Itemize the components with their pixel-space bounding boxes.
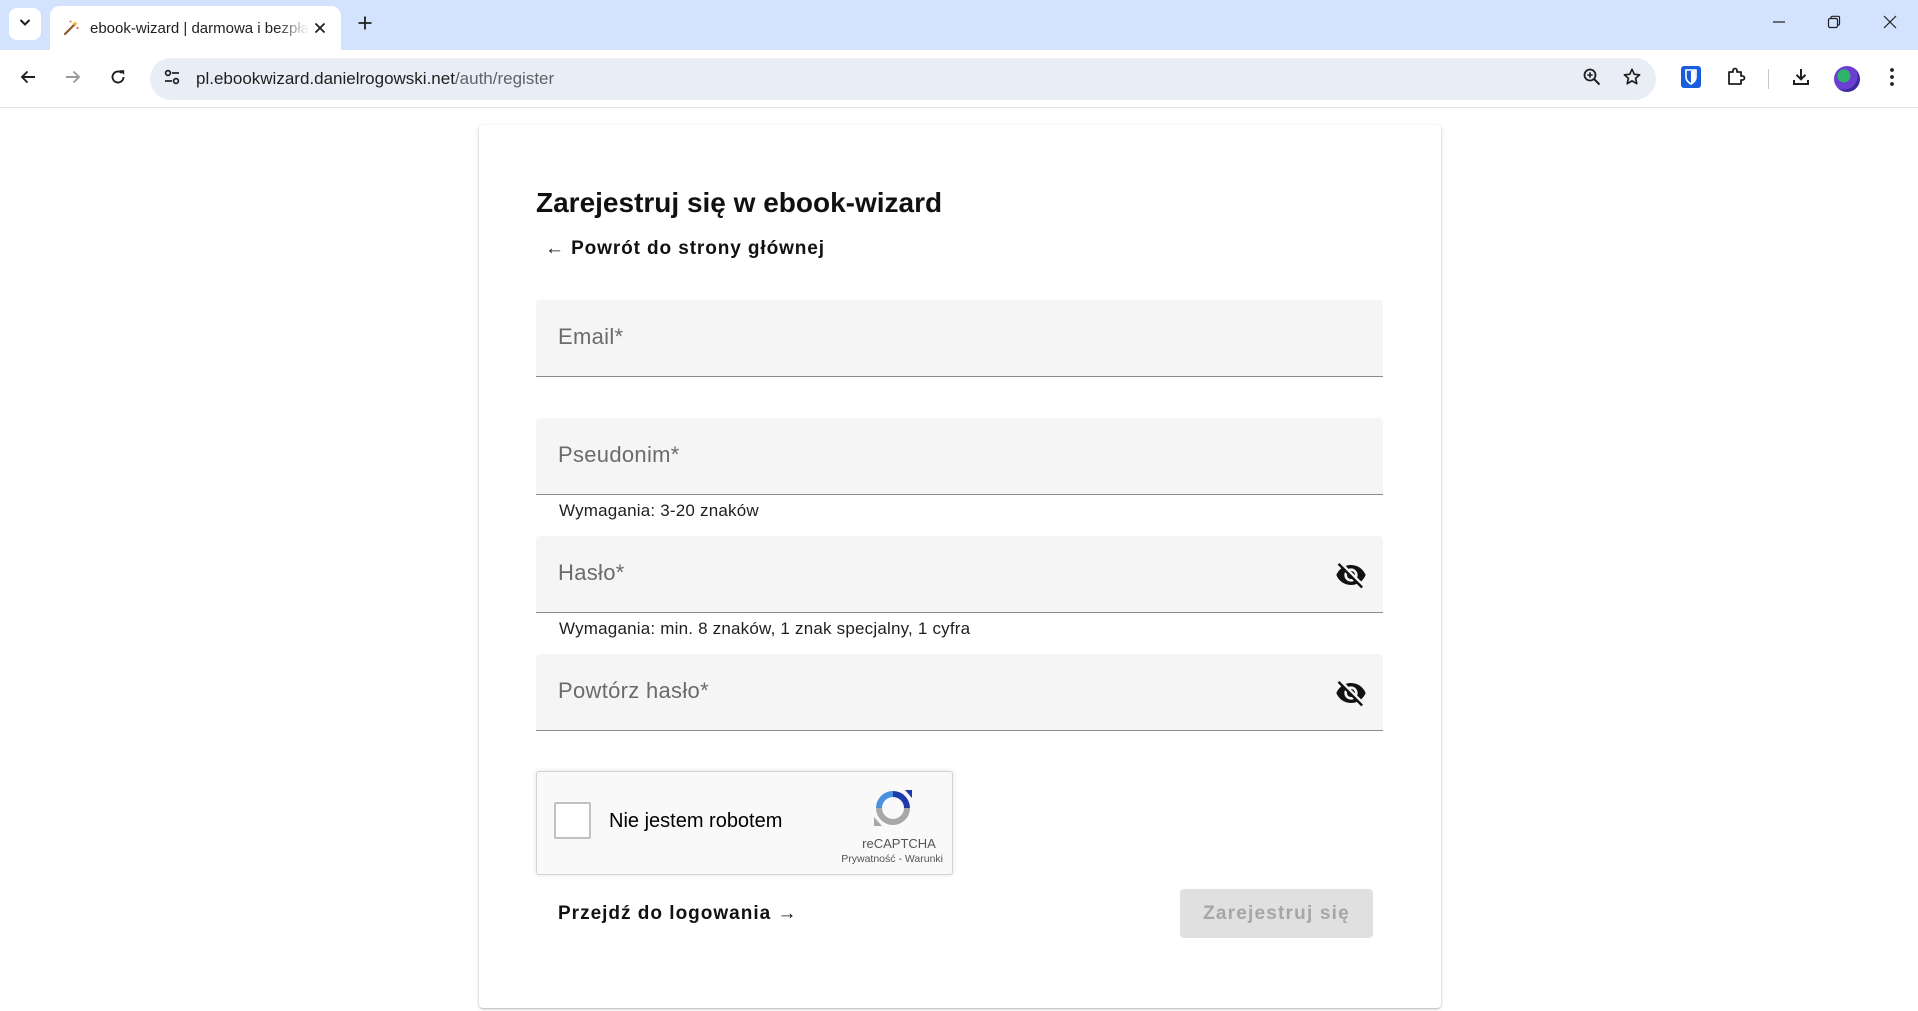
password-visibility-toggle[interactable] [1335,559,1367,591]
eye-off-icon [1336,563,1366,589]
password-hint: Wymagania: min. 8 znaków, 1 znak specjal… [559,619,971,638]
window-restore-button[interactable] [1806,0,1862,48]
recaptcha-privacy-link[interactable]: Prywatność [841,853,895,865]
plus-icon [357,15,373,36]
window-close-button[interactable] [1862,0,1918,48]
site-info-button[interactable] [154,61,190,97]
reload-button[interactable] [100,61,136,97]
chevron-down-icon [17,14,33,35]
download-icon [1790,66,1812,93]
recaptcha-label: Nie jestem robotem [609,810,783,832]
address-bar-actions [1570,61,1650,97]
tab-title: ebook-wizard | darmowa i bezpłatna [90,19,309,37]
more-vertical-icon [1889,67,1895,92]
tab-close-icon[interactable] [309,17,331,39]
email-field[interactable]: Email* [536,300,1383,377]
bitwarden-extension-button[interactable] [1673,61,1709,97]
go-to-login-link[interactable]: Przejdź do logowania → [558,903,797,925]
magic-wand-icon [62,19,80,37]
recaptcha-terms-link[interactable]: Warunki [905,853,943,865]
zoom-in-icon [1582,67,1602,92]
password-repeat-field[interactable]: Powtórz hasło* [536,654,1383,731]
password-repeat-label: Powtórz hasło* [558,678,709,703]
reload-icon [109,68,127,91]
star-icon [1622,67,1642,92]
eye-off-icon [1336,681,1366,707]
url-path: /auth/register [454,69,555,88]
extensions-button[interactable] [1718,61,1754,97]
recaptcha-widget: Nie jestem robotem reCAPTCHA Prywatność … [536,771,953,875]
recaptcha-icon [874,790,912,826]
bookmark-button[interactable] [1614,61,1650,97]
url-host: pl.ebookwizard.danielrogowski.net [196,69,455,88]
password-label: Hasło* [558,560,625,585]
profile-button[interactable] [1829,61,1865,97]
zoom-button[interactable] [1574,61,1610,97]
recaptcha-brand: reCAPTCHA [862,836,936,851]
tune-icon [162,67,182,92]
browser-menu-button[interactable] [1874,61,1910,97]
browser-toolbar: pl.ebookwizard.danielrogowski.net/auth/r… [0,50,1918,108]
forward-button[interactable] [55,61,91,97]
password-field[interactable]: Hasło* [536,536,1383,613]
bitwarden-shield-icon [1680,65,1702,94]
arrow-left-icon [19,68,37,91]
avatar-icon [1834,66,1860,92]
minimize-icon [1772,15,1786,34]
close-icon [1883,15,1897,34]
downloads-button[interactable] [1783,61,1819,97]
toolbar-separator [1768,69,1769,89]
puzzle-icon [1725,66,1747,93]
nickname-label: Pseudonim* [558,442,680,467]
page-title: Zarejestruj się w ebook-wizard [536,187,943,218]
nickname-field[interactable]: Pseudonim* [536,418,1383,495]
recaptcha-links-separator: - [895,853,905,865]
restore-icon [1827,15,1841,34]
browser-tabstrip: ebook-wizard | darmowa i bezpłatna [0,0,1918,50]
password-repeat-visibility-toggle[interactable] [1335,677,1367,709]
url-text[interactable]: pl.ebookwizard.danielrogowski.net/auth/r… [196,69,554,89]
back-to-home-link[interactable]: ← Powrót do strony głównej [545,238,825,260]
back-button[interactable] [10,61,46,97]
recaptcha-links: Prywatność - Warunki [823,853,943,865]
new-tab-button[interactable] [349,9,381,41]
address-bar[interactable]: pl.ebookwizard.danielrogowski.net/auth/r… [150,58,1656,100]
email-label: Email* [558,324,624,349]
recaptcha-checkbox[interactable] [554,802,591,839]
nickname-hint: Wymagania: 3-20 znaków [559,501,759,520]
tab-search-button[interactable] [9,8,41,40]
window-minimize-button[interactable] [1751,0,1807,48]
browser-tab-active[interactable]: ebook-wizard | darmowa i bezpłatna [50,6,341,50]
register-submit-button[interactable]: Zarejestruj się [1180,889,1373,938]
arrow-right-icon [64,68,82,91]
